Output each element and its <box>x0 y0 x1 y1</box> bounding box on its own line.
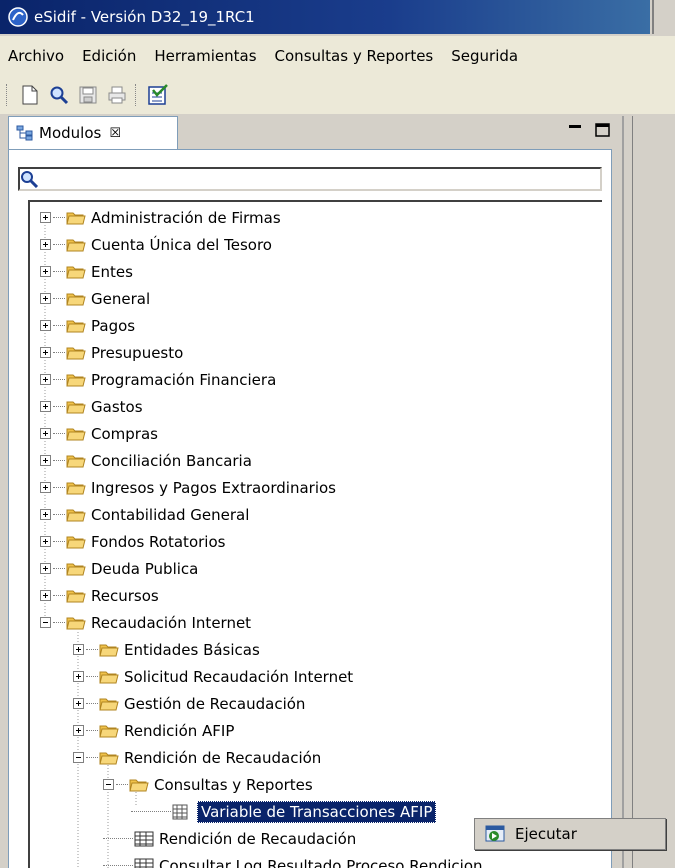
tree-node[interactable]: General <box>40 285 150 312</box>
menu-consultas-reportes[interactable]: Consultas y Reportes <box>266 47 443 65</box>
tree-leaf[interactable]: Rendición de Recaudación <box>103 825 356 852</box>
checklist-icon[interactable] <box>145 82 171 108</box>
editor-area <box>622 116 675 868</box>
tree-node[interactable]: Programación Financiera <box>40 366 276 393</box>
tree-node[interactable]: Compras <box>40 420 158 447</box>
hierarchy-icon <box>16 125 33 141</box>
close-icon[interactable]: ☒ <box>109 126 121 141</box>
filter-input[interactable] <box>40 169 600 189</box>
context-menu-ejecutar[interactable]: Ejecutar <box>474 818 666 850</box>
tree-node[interactable]: Fondos Rotatorios <box>40 528 225 555</box>
window-title: eSidif - Versión D32_19_1RC1 <box>34 8 255 26</box>
report-grid-icon <box>134 831 154 847</box>
tree-node[interactable]: Pagos <box>40 312 135 339</box>
tree-node[interactable]: Ingresos y Pagos Extraordinarios <box>40 474 336 501</box>
folder-icon <box>99 750 119 766</box>
tree-node[interactable]: Cuenta Única del Tesoro <box>40 231 272 258</box>
title-bar-edge <box>652 0 675 34</box>
run-icon <box>485 825 505 842</box>
view-controls <box>568 120 612 146</box>
tree-leaf[interactable]: Consultar Log Resultado Proceso Rendicio… <box>103 852 483 868</box>
folder-icon <box>66 480 86 496</box>
folder-icon <box>99 723 119 739</box>
new-document-icon[interactable] <box>17 82 43 108</box>
folder-icon <box>66 264 86 280</box>
minimize-icon[interactable] <box>569 125 581 128</box>
folder-icon <box>66 561 86 577</box>
report-grid-icon <box>172 804 192 820</box>
tree-node-expanded[interactable]: Rendición de Recaudación <box>73 744 321 771</box>
menu-archivo[interactable]: Archivo <box>0 47 73 65</box>
tree-leaf-selected[interactable]: Variable de Transacciones AFIP <box>131 798 437 825</box>
tree-node[interactable]: Solicitud Recaudación Internet <box>73 663 353 690</box>
tree-node[interactable]: Gestión de Recaudación <box>73 690 305 717</box>
tab-modulos-label: Modulos <box>39 124 102 142</box>
tree-node[interactable]: Deuda Publica <box>40 555 198 582</box>
tree-node[interactable]: Administración de Firmas <box>40 204 281 231</box>
tab-modulos[interactable]: Modulos ☒ <box>8 116 178 149</box>
folder-icon <box>66 399 86 415</box>
report-grid-icon <box>134 858 154 868</box>
folder-icon <box>66 507 86 523</box>
folder-icon <box>66 345 86 361</box>
search-icon <box>21 171 39 188</box>
folder-icon <box>66 237 86 253</box>
toolbar-separator <box>135 84 139 106</box>
context-menu-label: Ejecutar <box>515 825 577 843</box>
menu-edicion[interactable]: Edición <box>73 47 145 65</box>
toolbar-grip[interactable] <box>6 84 10 106</box>
tree-node[interactable]: Presupuesto <box>40 339 183 366</box>
folder-icon <box>66 291 86 307</box>
title-bar[interactable]: eSidif - Versión D32_19_1RC1 <box>0 0 650 34</box>
folder-icon <box>66 318 86 334</box>
folder-icon <box>66 372 86 388</box>
maximize-icon[interactable] <box>595 123 610 137</box>
folder-icon <box>66 588 86 604</box>
app-icon <box>8 7 28 27</box>
tree-node[interactable]: Entidades Básicas <box>73 636 260 663</box>
tree-node[interactable]: Gastos <box>40 393 143 420</box>
toolbar <box>0 76 675 114</box>
menu-herramientas[interactable]: Herramientas <box>145 47 265 65</box>
folder-icon <box>66 534 86 550</box>
filter-field[interactable] <box>18 167 602 191</box>
save-icon[interactable] <box>75 82 101 108</box>
folder-icon <box>66 210 86 226</box>
folder-icon <box>66 615 86 631</box>
folder-icon <box>99 696 119 712</box>
folder-icon <box>66 453 86 469</box>
module-tree[interactable]: Administración de Firmas Cuenta Única de… <box>28 200 602 868</box>
search-icon[interactable] <box>46 82 72 108</box>
menu-seguridad[interactable]: Segurida <box>442 47 527 65</box>
folder-icon <box>99 642 119 658</box>
folder-icon <box>99 669 119 685</box>
folder-icon <box>66 426 86 442</box>
tree-node[interactable]: Entes <box>40 258 133 285</box>
tree-node-expanded[interactable]: Recaudación Internet <box>40 609 251 636</box>
menu-bar: Archivo Edición Herramientas Consultas y… <box>0 36 675 76</box>
tree-node[interactable]: Rendición AFIP <box>73 717 234 744</box>
tree-node[interactable]: Conciliación Bancaria <box>40 447 252 474</box>
folder-icon <box>129 777 149 793</box>
tree-node[interactable]: Recursos <box>40 582 159 609</box>
tree-node-expanded[interactable]: Consultas y Reportes <box>103 771 313 798</box>
tree-node[interactable]: Contabilidad General <box>40 501 249 528</box>
print-icon[interactable] <box>104 82 130 108</box>
